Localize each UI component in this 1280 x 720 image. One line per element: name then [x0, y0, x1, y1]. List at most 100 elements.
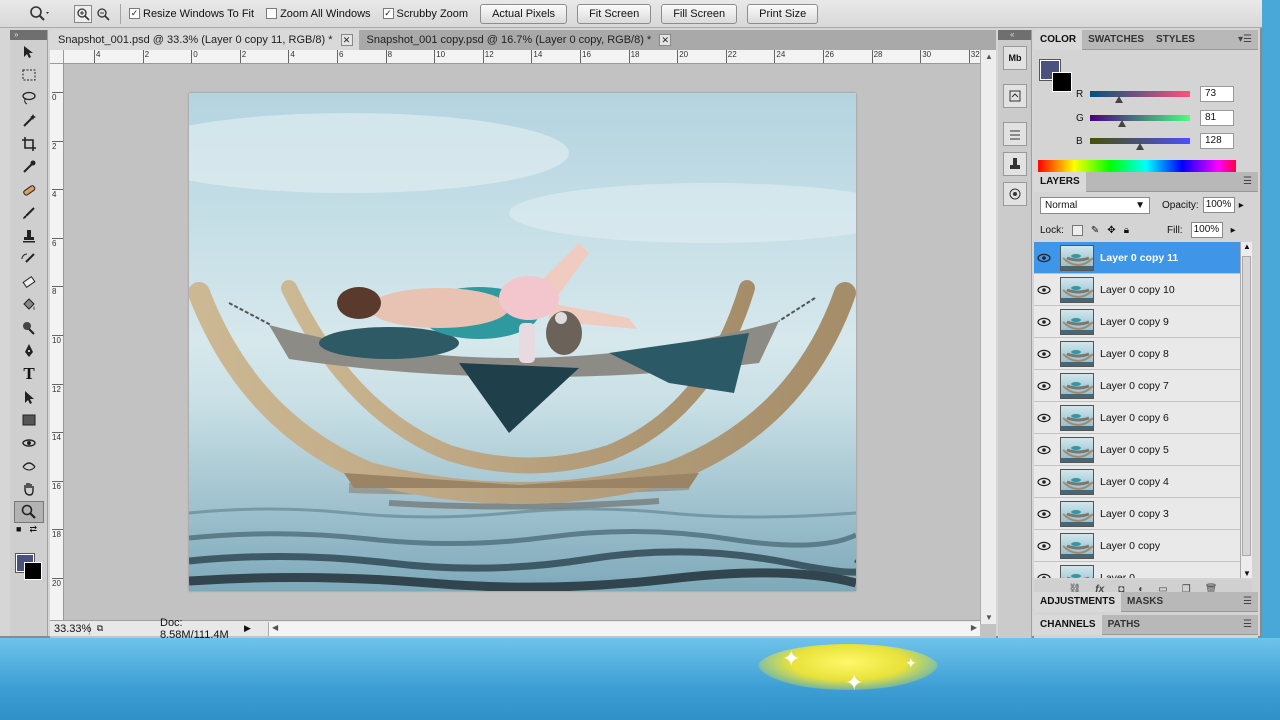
print-size-button[interactable]: Print Size: [747, 3, 819, 24]
tab-paths[interactable]: PATHS: [1102, 615, 1146, 635]
visibility-eye-icon[interactable]: [1034, 445, 1054, 455]
scroll-up-icon[interactable]: ▲: [985, 52, 993, 61]
fill-arrow-icon[interactable]: ▸: [1231, 225, 1236, 236]
dodge-tool[interactable]: [14, 317, 44, 339]
document-image[interactable]: [189, 93, 856, 591]
status-info-icon[interactable]: ⧉: [90, 623, 110, 634]
close-icon[interactable]: ✕: [340, 34, 353, 46]
zoom-in-button[interactable]: [74, 4, 92, 23]
zoom-tool[interactable]: [14, 501, 44, 523]
layer-thumbnail[interactable]: [1060, 308, 1094, 335]
lock-position-icon[interactable]: ✥: [1107, 225, 1115, 236]
quick-select-tool[interactable]: [14, 110, 44, 132]
red-slider[interactable]: [1090, 91, 1190, 103]
vertical-ruler[interactable]: 0246810121416182022: [50, 64, 64, 624]
layer-row[interactable]: Layer 0 copy 9: [1034, 306, 1240, 338]
crop-tool[interactable]: [14, 133, 44, 155]
fit-screen-button[interactable]: Fit Screen: [577, 3, 652, 24]
layer-row[interactable]: Layer 0 copy 4: [1034, 466, 1240, 498]
move-tool[interactable]: [14, 41, 44, 63]
ruler-origin[interactable]: [50, 50, 64, 64]
actual-pixels-button[interactable]: Actual Pixels: [480, 3, 568, 24]
fill-field[interactable]: 100%: [1190, 222, 1223, 238]
lasso-tool[interactable]: [14, 87, 44, 109]
slider-thumb[interactable]: [1117, 120, 1126, 127]
green-value[interactable]: 81: [1200, 110, 1234, 126]
scroll-down-icon[interactable]: ▼: [1243, 569, 1251, 578]
slider-thumb[interactable]: [1114, 96, 1123, 103]
layer-thumbnail[interactable]: [1060, 372, 1094, 399]
layer-row[interactable]: Layer 0 copy 8: [1034, 338, 1240, 370]
color-spectrum-ramp[interactable]: [1038, 160, 1236, 172]
layer-row[interactable]: Layer 0 copy 5: [1034, 434, 1240, 466]
eraser-tool[interactable]: [14, 271, 44, 293]
status-menu-arrow-icon[interactable]: ▶: [244, 623, 260, 634]
horizontal-scrollbar[interactable]: ◀ ▶: [268, 621, 980, 636]
visibility-eye-icon[interactable]: [1034, 381, 1054, 391]
layer-row[interactable]: Layer 0: [1034, 562, 1240, 578]
layer-thumbnail[interactable]: [1060, 436, 1094, 463]
visibility-eye-icon[interactable]: [1034, 477, 1054, 487]
tab-snapshot-001-copy[interactable]: Snapshot_001 copy.psd @ 16.7% (Layer 0 c…: [359, 30, 678, 50]
visibility-eye-icon[interactable]: [1034, 349, 1054, 359]
visibility-eye-icon[interactable]: [1034, 573, 1054, 578]
clone-source-button[interactable]: [1003, 152, 1027, 176]
layer-thumbnail[interactable]: [1060, 468, 1094, 495]
close-icon[interactable]: ✕: [659, 34, 672, 46]
lock-pixels-icon[interactable]: ✎: [1091, 225, 1099, 236]
tab-masks[interactable]: MASKS: [1121, 592, 1169, 612]
layer-thumbnail[interactable]: [1060, 500, 1094, 527]
tab-channels[interactable]: CHANNELS: [1034, 614, 1102, 635]
3d-rotate-tool[interactable]: [14, 432, 44, 454]
clone-stamp-tool[interactable]: [14, 225, 44, 247]
visibility-eye-icon[interactable]: [1034, 317, 1054, 327]
horizontal-ruler[interactable]: 4 2 0 2 4 6 8 10 12 14 16 18 20 22 24 26 28 30 32: [64, 50, 980, 64]
type-tool[interactable]: T: [14, 363, 44, 385]
layer-thumbnail[interactable]: [1060, 276, 1094, 303]
panel-menu-icon[interactable]: ☰: [1243, 176, 1252, 187]
color-swatches[interactable]: [10, 550, 47, 580]
pen-tool[interactable]: [14, 340, 44, 362]
layer-thumbnail[interactable]: [1060, 404, 1094, 431]
blue-value[interactable]: 128: [1200, 133, 1234, 149]
layers-scrollbar[interactable]: ▲ ▼: [1240, 242, 1252, 578]
tab-swatches[interactable]: SWATCHES: [1082, 30, 1150, 50]
visibility-eye-icon[interactable]: [1034, 413, 1054, 423]
layer-row[interactable]: Layer 0 copy 11: [1034, 242, 1240, 274]
scroll-down-icon[interactable]: ▼: [985, 613, 993, 622]
marquee-tool[interactable]: [14, 64, 44, 86]
tool-presets-button[interactable]: [1003, 182, 1027, 206]
green-slider[interactable]: [1090, 115, 1190, 127]
3d-orbit-tool[interactable]: [14, 455, 44, 477]
opacity-arrow-icon[interactable]: ▸: [1239, 200, 1244, 211]
red-value[interactable]: 73: [1200, 86, 1234, 102]
healing-brush-tool[interactable]: [14, 179, 44, 201]
panel-menu-icon[interactable]: ▾☰: [1238, 34, 1252, 45]
opacity-field[interactable]: 100%: [1202, 197, 1235, 213]
panel-menu-icon[interactable]: ☰: [1243, 619, 1252, 630]
slider-thumb[interactable]: [1136, 143, 1145, 150]
lock-all-icon[interactable]: 🔒︎: [1124, 225, 1129, 236]
lock-transparency-icon[interactable]: [1071, 224, 1083, 236]
layer-thumbnail[interactable]: [1060, 564, 1094, 578]
scroll-left-icon[interactable]: ◀: [272, 623, 278, 632]
color-background-swatch[interactable]: [1052, 72, 1072, 92]
scrubby-zoom-checkbox[interactable]: ✓ Scrubby Zoom: [382, 8, 468, 20]
shape-tool[interactable]: [14, 409, 44, 431]
hand-tool[interactable]: [14, 478, 44, 500]
layer-row[interactable]: Layer 0 copy 6: [1034, 402, 1240, 434]
visibility-eye-icon[interactable]: [1034, 509, 1054, 519]
eyedropper-tool[interactable]: [14, 156, 44, 178]
zoom-out-button[interactable]: [94, 5, 112, 23]
tab-color[interactable]: COLOR: [1034, 29, 1083, 50]
visibility-eye-icon[interactable]: [1034, 285, 1054, 295]
zoom-level-field[interactable]: 33.33%: [50, 622, 91, 635]
layer-row[interactable]: Layer 0 copy 7: [1034, 370, 1240, 402]
fill-screen-button[interactable]: Fill Screen: [661, 3, 738, 24]
visibility-eye-icon[interactable]: [1034, 541, 1054, 551]
background-color[interactable]: [24, 562, 42, 580]
brush-tool[interactable]: [14, 202, 44, 224]
zoom-tool-preset[interactable]: [24, 2, 54, 26]
tab-adjustments[interactable]: ADJUSTMENTS: [1034, 591, 1122, 612]
layer-row[interactable]: Layer 0 copy: [1034, 530, 1240, 562]
